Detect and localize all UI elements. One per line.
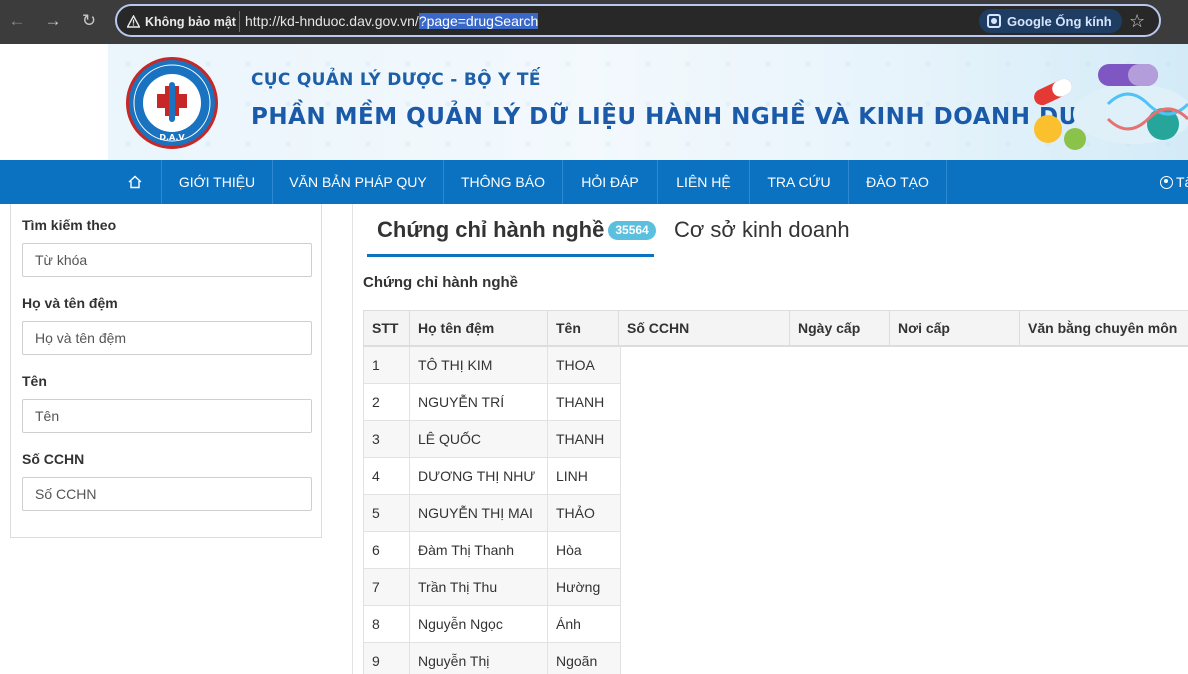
table-row[interactable]: 4 DƯƠNG THỊ NHƯ LINH xyxy=(363,458,621,495)
cell-stt: 6 xyxy=(363,532,410,568)
section-title: Chứng chỉ hành nghề xyxy=(363,274,519,291)
count-badge: 35564 xyxy=(608,221,656,240)
header-ten[interactable]: Tên xyxy=(548,311,619,346)
table-row[interactable]: 1 TÔ THỊ KIM THOA xyxy=(363,347,621,384)
cell-ho-ten-dem: Trần Thị Thu xyxy=(410,569,548,605)
header-ngay-cap[interactable]: Ngày cấp xyxy=(790,311,890,346)
cell-ho-ten-dem: TÔ THỊ KIM xyxy=(410,347,548,383)
header-so-cchn[interactable]: Số CCHN xyxy=(619,311,790,346)
nav-lien-he[interactable]: LIÊN HỆ xyxy=(658,160,750,204)
table-row[interactable]: 2 NGUYỄN TRÍ THANH xyxy=(363,384,621,421)
home-icon xyxy=(128,175,141,189)
cell-ten: Hường xyxy=(548,569,621,605)
table-row[interactable]: 7 Trần Thị Thu Hường xyxy=(363,569,621,606)
name-input[interactable] xyxy=(22,399,312,433)
tab-co-so-kinh-doanh[interactable]: Cơ sở kinh doanh xyxy=(674,217,850,257)
site-banner: D.A.V CỤC QUẢN LÝ DƯỢC - BỘ Y TẾ PHẦN MỀ… xyxy=(108,44,1188,160)
cell-ho-ten-dem: Nguyễn Ngọc xyxy=(410,606,548,642)
browser-toolbar: ← → ↻ Không bảo mật http://kd-hnduoc.dav… xyxy=(0,0,1188,44)
header-ho-ten-dem[interactable]: Họ tên đệm xyxy=(410,311,548,346)
software-title: PHẦN MỀM QUẢN LÝ DỮ LIỆU HÀNH NGHỀ VÀ KI… xyxy=(251,104,1117,130)
nav-tra-cuu[interactable]: TRA CỨU xyxy=(750,160,849,204)
keyword-input[interactable] xyxy=(22,243,312,277)
cell-ten: THẢO xyxy=(548,495,621,531)
header-van-bang[interactable]: Văn bằng chuyên môn xyxy=(1020,311,1188,346)
security-indicator[interactable]: Không bảo mật xyxy=(127,12,236,31)
cell-stt: 4 xyxy=(363,458,410,494)
table-row[interactable]: 8 Nguyễn Ngọc Ánh xyxy=(363,606,621,643)
lens-label: Google Ống kính xyxy=(1007,13,1112,29)
lens-icon xyxy=(987,14,1001,28)
cell-ten: THANH xyxy=(548,421,621,457)
user-icon xyxy=(1160,176,1173,189)
url-selected: ?page=drugSearch xyxy=(418,13,539,29)
surname-label: Họ và tên đệm xyxy=(22,295,118,311)
url-text[interactable]: http://kd-hnduoc.dav.gov.vn/?page=drugSe… xyxy=(245,13,539,29)
surname-input[interactable] xyxy=(22,321,312,355)
cell-ten: Hòa xyxy=(548,532,621,568)
cell-stt: 7 xyxy=(363,569,410,605)
nav-user-account[interactable]: Tà xyxy=(1160,160,1188,204)
header-noi-cap[interactable]: Nơi cấp xyxy=(890,311,1020,346)
nav-dao-tao[interactable]: ĐÀO TẠO xyxy=(849,160,947,204)
table-header: STT Họ tên đệm Tên Số CCHN Ngày cấp Nơi … xyxy=(363,310,1188,347)
name-label: Tên xyxy=(22,373,47,389)
cert-number-input[interactable] xyxy=(22,477,312,511)
nav-van-ban-phap-quy[interactable]: VĂN BẢN PHÁP QUY xyxy=(273,160,444,204)
reload-icon[interactable]: ↻ xyxy=(78,10,100,32)
cert-number-label: Số CCHN xyxy=(22,451,85,467)
nav-hoi-dap[interactable]: HỎI ĐÁP xyxy=(563,160,658,204)
cell-stt: 8 xyxy=(363,606,410,642)
search-panel: Tìm kiếm theo Họ và tên đệm Tên Số CCHN xyxy=(10,204,322,538)
forward-arrow-icon[interactable]: → xyxy=(42,10,64,32)
cell-ho-ten-dem: LÊ QUỐC xyxy=(410,421,548,457)
content-divider xyxy=(352,204,353,674)
cell-ten: Ngoãn xyxy=(548,643,621,674)
tab-chung-chi-hanh-nghe[interactable]: Chứng chỉ hành nghề 35564 xyxy=(367,217,656,257)
nav-home[interactable] xyxy=(108,160,162,204)
nav-user-label: Tà xyxy=(1176,174,1188,190)
nav-thong-bao[interactable]: THÔNG BÁO xyxy=(444,160,563,204)
cell-stt: 9 xyxy=(363,643,410,674)
table-row[interactable]: 3 LÊ QUỐC THANH xyxy=(363,421,621,458)
table-row[interactable]: 5 NGUYỄN THỊ MAI THẢO xyxy=(363,495,621,532)
search-heading: Tìm kiếm theo xyxy=(22,217,117,233)
logo-ring: D.A.V xyxy=(133,64,211,142)
main-navigation: GIỚI THIỆU VĂN BẢN PHÁP QUY THÔNG BÁO HỎ… xyxy=(0,160,1188,204)
back-arrow-icon[interactable]: ← xyxy=(6,10,28,32)
cell-ho-ten-dem: DƯƠNG THỊ NHƯ xyxy=(410,458,548,494)
url-base: http://kd-hnduoc.dav.gov.vn/ xyxy=(245,13,419,29)
cell-ho-ten-dem: NGUYỄN TRÍ xyxy=(410,384,548,420)
security-divider xyxy=(239,11,240,32)
table-row[interactable]: 9 Nguyễn Thị Ngoãn xyxy=(363,643,621,674)
banner-pills-illustration xyxy=(1034,64,1188,150)
google-lens-button[interactable]: Google Ống kính xyxy=(979,9,1122,33)
cell-ho-ten-dem: Đàm Thị Thanh xyxy=(410,532,548,568)
address-bar[interactable]: Không bảo mật http://kd-hnduoc.dav.gov.v… xyxy=(115,4,1161,37)
cell-ho-ten-dem: NGUYỄN THỊ MAI xyxy=(410,495,548,531)
cell-ten: LINH xyxy=(548,458,621,494)
agency-logo[interactable]: D.A.V xyxy=(126,57,218,149)
cell-stt: 2 xyxy=(363,384,410,420)
security-label: Không bảo mật xyxy=(145,14,236,29)
cell-ten: THOA xyxy=(548,347,621,383)
cell-ten: Ánh xyxy=(548,606,621,642)
warning-icon xyxy=(127,15,140,28)
tab-active-label: Chứng chỉ hành nghề xyxy=(377,217,605,242)
nav-gioi-thieu[interactable]: GIỚI THIỆU xyxy=(162,160,273,204)
cell-stt: 3 xyxy=(363,421,410,457)
logo-text: D.A.V xyxy=(159,133,185,142)
cell-stt: 1 xyxy=(363,347,410,383)
cell-ten: THANH xyxy=(548,384,621,420)
header-stt[interactable]: STT xyxy=(363,311,410,346)
cell-stt: 5 xyxy=(363,495,410,531)
table-row[interactable]: 6 Đàm Thị Thanh Hòa xyxy=(363,532,621,569)
star-icon[interactable]: ☆ xyxy=(1129,9,1145,33)
cell-ho-ten-dem: Nguyễn Thị xyxy=(410,643,548,674)
agency-name: CỤC QUẢN LÝ DƯỢC - BỘ Y TẾ xyxy=(251,70,541,90)
